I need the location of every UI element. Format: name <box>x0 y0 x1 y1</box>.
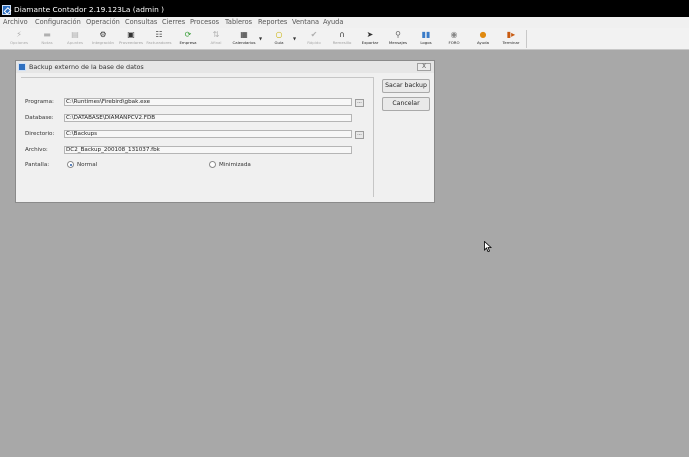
menu-configuracion[interactable]: Configuración <box>35 17 81 27</box>
export-icon: ➤ <box>366 30 374 39</box>
refresh-icon: ⟳ <box>184 30 192 39</box>
toolbar-end-divider <box>526 30 527 48</box>
mouse-cursor-icon <box>484 241 492 252</box>
toolbar-notas-button[interactable]: ▬ Notas <box>32 29 62 49</box>
toolbar-rapido-button[interactable]: ✔ Rápido <box>299 29 329 49</box>
toolbar-integracion-button[interactable]: ⚙ Integración <box>88 29 118 49</box>
pantalla-label: Pantalla: <box>25 162 50 168</box>
chat-icon: ○ <box>275 30 283 39</box>
menu-tableros[interactable]: Tableros <box>225 17 252 27</box>
dialog-title: Backup externo de la base de datos <box>29 63 144 71</box>
toolbar-calendarios-button[interactable]: ▦ Calendarios <box>229 29 259 49</box>
toolbar-exportar-button[interactable]: ➤ Exportar <box>355 29 385 49</box>
dialog-app-icon <box>18 63 26 71</box>
notebook-icon: ▤ <box>71 30 79 39</box>
menu-ventana[interactable]: Ventana <box>292 17 319 27</box>
toolbar-facturadores-button[interactable]: ☷ Facturadores <box>144 29 174 49</box>
programa-field[interactable]: C:\Runtimes\Firebird\gbak.exe <box>64 98 352 106</box>
integration-icon: ⚙ <box>99 30 107 39</box>
exit-icon: ▮▸ <box>506 30 516 39</box>
menu-bar: Archivo Configuración Operación Consulta… <box>0 17 689 28</box>
toolbar-foro-button[interactable]: ◉ FORO <box>439 29 469 49</box>
menu-cierres[interactable]: Cierres <box>162 17 185 27</box>
lightning-icon: ⚡ <box>16 30 22 39</box>
directorio-browse-button[interactable]: ... <box>355 131 364 139</box>
forum-icon: ◉ <box>450 30 458 39</box>
normal-radio[interactable] <box>67 161 74 168</box>
toolbar-empresa-button[interactable]: ⟳ Empresa <box>173 29 203 49</box>
archivo-label: Archivo: <box>25 147 48 153</box>
minimizada-radio-label: Minimizada <box>219 162 251 168</box>
cancel-button[interactable]: Cancelar <box>382 97 430 111</box>
directorio-field[interactable]: C:\Backups <box>64 130 352 138</box>
toolbar-afinal-button[interactable]: ⇅ Afinal <box>201 29 231 49</box>
menu-operacion[interactable]: Operación <box>86 17 120 27</box>
toolbar-proveedores-button[interactable]: ▣ Proveedores <box>116 29 146 49</box>
calendar-icon: ▦ <box>240 30 248 39</box>
app-title: Diamante Contador 2.19.123La (admin ) <box>14 5 165 14</box>
menu-reportes[interactable]: Reportes <box>258 17 287 27</box>
programa-label: Programa: <box>25 99 54 105</box>
guia-dropdown-arrow-icon[interactable]: ▼ <box>293 36 296 41</box>
sacar-backup-button[interactable]: Sacar backup <box>382 79 430 93</box>
dialog-title-bar[interactable]: Backup externo de la base de datos X <box>16 61 434 73</box>
toolbar: ⚡ Opciones ▬ Notas ▤ Apuntes ⚙ Integraci… <box>0 28 689 50</box>
adjust-icon: ⇅ <box>212 30 220 39</box>
directorio-label: Directorio: <box>25 131 55 137</box>
toolbar-remesillo-button[interactable]: ∩ Remesillo <box>327 29 357 49</box>
backup-dialog: Backup externo de la base de datos X Pro… <box>15 60 435 203</box>
toolbar-apuntes-button[interactable]: ▤ Apuntes <box>60 29 90 49</box>
database-field[interactable]: C:\DATABASE\DIAMANPCV2.FDB <box>64 114 352 122</box>
menu-archivo[interactable]: Archivo <box>3 17 28 27</box>
app-logo-icon <box>2 5 11 15</box>
remesa-icon: ∩ <box>339 30 345 39</box>
menu-consultas[interactable]: Consultas <box>125 17 157 27</box>
minimizada-radio[interactable] <box>209 161 216 168</box>
database-label: Database: <box>25 115 54 121</box>
app-title-bar: Diamante Contador 2.19.123La (admin ) <box>0 0 689 17</box>
search-icon: ⚲ <box>395 30 401 39</box>
help-icon: ● <box>479 30 487 39</box>
close-button[interactable]: X <box>417 63 431 71</box>
archivo-field[interactable]: DC2_Backup_200108_131037.fbk <box>64 146 352 154</box>
toolbar-mensajes-button[interactable]: ⚲ Mensajes <box>383 29 413 49</box>
toolbar-logos-button[interactable]: ▮▮ Logos <box>411 29 441 49</box>
toolbar-terminar-button[interactable]: ▮▸ Terminar <box>496 29 526 49</box>
billing-icon: ☷ <box>155 30 163 39</box>
providers-icon: ▣ <box>127 30 135 39</box>
calendarios-dropdown-arrow-icon[interactable]: ▼ <box>259 36 262 41</box>
toolbar-ayuda-button[interactable]: ● Ayuda <box>468 29 498 49</box>
menu-procesos[interactable]: Procesos <box>190 17 219 27</box>
toolbar-opciones-button[interactable]: ⚡ Opciones <box>4 29 34 49</box>
logos-icon: ▮▮ <box>421 30 431 39</box>
menu-ayuda[interactable]: Ayuda <box>323 17 343 27</box>
notes-icon: ▬ <box>43 30 51 39</box>
programa-browse-button[interactable]: ... <box>355 99 364 107</box>
normal-radio-label: Normal <box>77 162 98 168</box>
toolbar-guia-button[interactable]: ○ Guía <box>264 29 294 49</box>
quick-icon: ✔ <box>310 30 318 39</box>
